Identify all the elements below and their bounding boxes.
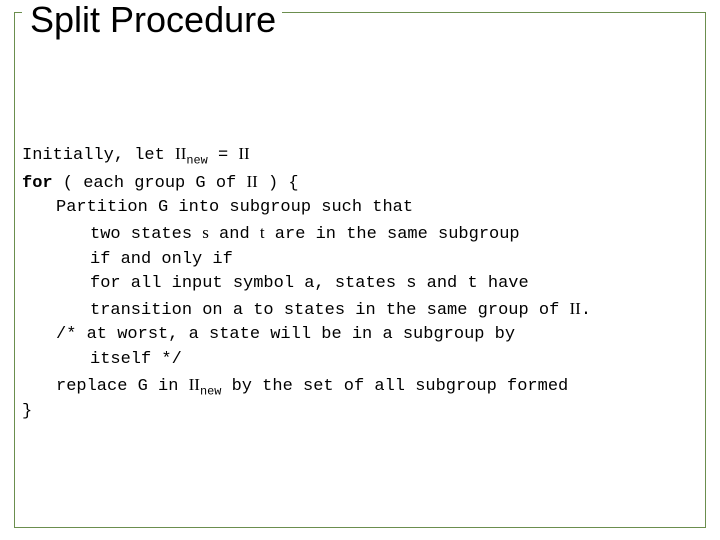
frame-top-left: [14, 12, 22, 13]
subscript-new: new: [186, 153, 207, 167]
code-line-2: for ( each group G of II ) {: [22, 170, 712, 197]
title-container: Split Procedure: [24, 0, 282, 47]
subscript-new: new: [200, 384, 221, 398]
text: and: [209, 225, 260, 244]
slide-title: Split Procedure: [30, 0, 276, 41]
text: Initially, let: [22, 146, 175, 165]
text: =: [208, 146, 239, 165]
code-line-4: two states s and t are in the same subgr…: [22, 221, 712, 248]
frame-top-right: [282, 12, 706, 13]
state-s: s: [202, 223, 209, 242]
code-line-6: for all input symbol a, states s and t h…: [22, 272, 712, 297]
pi-symbol: II: [175, 144, 186, 163]
code-line-7: transition on a to states in the same gr…: [22, 297, 712, 324]
text: are in the same subgroup: [265, 225, 520, 244]
text: two states: [90, 225, 202, 244]
code-line-10: replace G in IInew by the set of all sub…: [22, 373, 712, 401]
slide: Split Procedure Initially, let IInew = I…: [0, 0, 720, 540]
text: replace G in: [56, 377, 189, 396]
text: ( each group G of: [53, 174, 247, 193]
pi-symbol: II: [189, 375, 200, 394]
code-line-3: Partition G into subgroup such that: [22, 196, 712, 221]
text: .: [581, 301, 591, 320]
text: ) {: [258, 174, 299, 193]
pi-symbol: II: [246, 172, 257, 191]
pi-symbol: II: [569, 299, 580, 318]
text: by the set of all subgroup formed: [221, 377, 568, 396]
pseudocode-block: Initially, let IInew = II for ( each gro…: [22, 142, 712, 425]
keyword-for: for: [22, 174, 53, 193]
code-line-5: if and only if: [22, 248, 712, 273]
code-line-9: itself */: [22, 348, 712, 373]
code-line-11: }: [22, 400, 712, 425]
text: transition on a to states in the same gr…: [90, 301, 569, 320]
code-line-8: /* at worst, a state will be in a subgro…: [22, 323, 712, 348]
pi-symbol: II: [238, 144, 249, 163]
code-line-1: Initially, let IInew = II: [22, 142, 712, 170]
